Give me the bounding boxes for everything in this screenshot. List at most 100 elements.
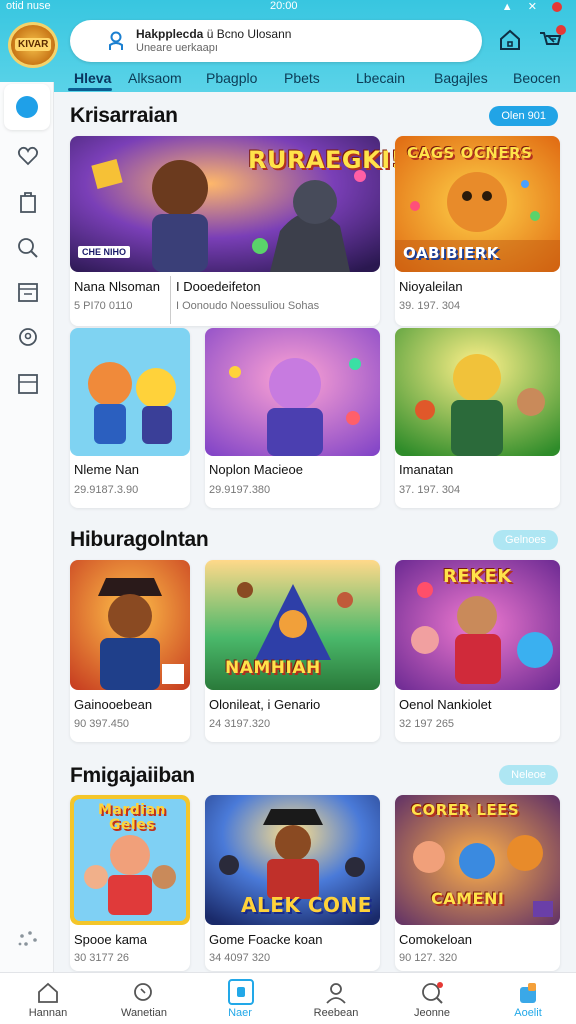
card-title: Nleme Nan — [74, 462, 140, 477]
game-card[interactable]: Noplon Macieoe 29.9197.380 — [205, 328, 380, 508]
divider — [170, 276, 171, 324]
nav-label: Reebean — [313, 1007, 359, 1019]
user-icon — [109, 31, 123, 50]
app-header: otid nuse 20:00 ▲ ✕ KIVAR Hakpplecda ü B… — [0, 0, 576, 92]
game-card[interactable]: REKEK Oenol Nankiolet 32 197 265 — [395, 560, 560, 742]
card-subtitle: 5 PI70 0110 — [74, 300, 133, 312]
game-thumbnail — [205, 328, 380, 456]
home-badge-icon — [16, 96, 38, 118]
section-pill[interactable]: Olen 901 — [489, 106, 558, 126]
notification-dot — [556, 25, 566, 35]
status-bar: otid nuse 20:00 ▲ ✕ — [0, 0, 576, 14]
game-thumbnail — [70, 328, 190, 456]
category-tabs: Hleva Alksaom Pbagplo Pbets Lbecain Baga… — [60, 66, 576, 92]
game-banner-title: RURAEGKI! — [248, 146, 403, 174]
game-card[interactable]: Gainooebean 90 397.450 — [70, 560, 190, 742]
nav-item-profile[interactable]: Reebean — [288, 973, 384, 1024]
game-card[interactable]: Imanatan 37. 197. 304 — [395, 328, 560, 508]
card-subtitle: 29.9187.3.90 — [74, 484, 139, 496]
sidebar-item-active[interactable] — [4, 84, 50, 130]
nav-item-active[interactable]: Naer — [192, 973, 288, 1024]
panel-icon[interactable] — [16, 372, 40, 396]
nav-item-search[interactable]: Wanetian — [96, 973, 192, 1024]
carrier-label: otid nuse — [6, 0, 51, 12]
tab-6[interactable]: Beocen — [513, 70, 560, 86]
game-card[interactable]: CORER LEES CAMENI Comokeloan 90 127. 320 — [395, 795, 560, 971]
nav-label: Wanetian — [120, 1007, 168, 1019]
calendar-icon[interactable] — [16, 280, 40, 304]
game-card[interactable]: Mardian Geles Spooe kama 30 3177 26 — [70, 795, 190, 971]
game-card[interactable]: RURAEGKI! CHE NIHO Nana Nlsoman 5 PI70 0… — [70, 136, 402, 326]
tab-1[interactable]: Alksaom — [128, 70, 182, 86]
nav-label: Aoelit — [514, 1007, 542, 1019]
loading-icon — [18, 931, 37, 946]
clock: 20:00 — [270, 0, 298, 12]
search-bar[interactable]: Hakpplecda ü Bcno Ulosann Uneare uerkaap… — [70, 20, 482, 62]
game-card[interactable]: ALEK CONE Gome Foacke koan 34 4097 320 — [205, 795, 380, 971]
bottom-nav: Hannan Wanetian Naer Reebean Jeonne Aoel… — [0, 972, 576, 1024]
game-banner-top: CORER LEES — [411, 801, 520, 819]
tab-4[interactable]: Lbecain — [356, 70, 405, 86]
card-title: Imanatan — [399, 462, 454, 477]
tab-3[interactable]: Pbets — [284, 70, 320, 86]
home-icon[interactable] — [498, 28, 522, 52]
tab-2[interactable]: Pbagplo — [206, 70, 257, 86]
account-icon — [520, 983, 536, 1003]
section-pill[interactable]: Neleoe — [499, 765, 558, 785]
card-subtitle: 39. 197. 304 — [399, 300, 461, 312]
home-icon — [38, 982, 58, 1003]
card-subtitle: 90 397.450 — [74, 718, 130, 730]
section-title: Hiburagolntan — [70, 528, 209, 551]
game-banner-title: Mardian Geles — [97, 802, 167, 833]
sidebar — [0, 82, 54, 972]
search-icon — [134, 983, 152, 1001]
status-icons: ▲ ✕ — [502, 0, 562, 13]
card-subtitle: 37. 197. 304 — [399, 484, 461, 496]
section-pill[interactable]: Gelnoes — [493, 530, 558, 550]
game-card[interactable]: NAMHIAH Olonileat, i Genario 24 3197.320 — [205, 560, 380, 742]
game-banner-title: ALEK CONE — [241, 893, 372, 917]
nav-item-account[interactable]: Aoelit — [480, 973, 576, 1024]
game-card[interactable]: CAGS OCNERS OABIBIERK Nioyaleilan 39. 19… — [395, 136, 560, 326]
nav-item-home[interactable]: Hannan — [0, 973, 96, 1024]
heart-icon[interactable] — [16, 144, 40, 168]
card-subtitle: 32 197 265 — [399, 718, 455, 730]
card-title: Gome Foacke koan — [209, 932, 323, 947]
cart-icon[interactable] — [538, 25, 566, 52]
battery-icon — [552, 2, 562, 13]
user-icon — [326, 983, 346, 1004]
tab-0[interactable]: Hleva — [74, 70, 111, 86]
game-thumbnail — [70, 560, 190, 690]
search-secondary-text: Uneare uerkaapı — [136, 42, 218, 54]
search-primary-text: Hakpplecda ü Bcno Ulosann — [136, 27, 292, 41]
card-title: Noplon Macieoe — [209, 462, 303, 477]
game-tag: CHE NIHO — [78, 246, 131, 258]
game-banner-title: CAMENI — [431, 889, 505, 908]
game-card[interactable]: Nleme Nan 29.9187.3.90 — [70, 328, 190, 508]
card-title: Nioyaleilan — [399, 279, 463, 294]
section-title: Fmigajaiiban — [70, 764, 195, 787]
game-thumbnail — [395, 328, 560, 456]
active-tab-icon — [228, 979, 254, 1005]
card-title: Nana Nlsoman — [74, 279, 160, 294]
tab-5[interactable]: Bagajles — [434, 70, 488, 86]
card-title: Comokeloan — [399, 932, 472, 947]
card-subtitle: 24 3197.320 — [209, 718, 271, 730]
location-icon[interactable] — [16, 326, 40, 350]
nav-label: Hannan — [28, 1007, 68, 1019]
card-title: Spooe kama — [74, 932, 147, 947]
card-subtitle: 90 127. 320 — [399, 952, 458, 964]
bag-icon[interactable] — [16, 190, 40, 214]
search-icon — [422, 982, 443, 1004]
nav-label: Jeonne — [413, 1007, 451, 1019]
card-subtitle: 34 4097 320 — [209, 952, 271, 964]
game-banner-title: NAMHIAH — [225, 658, 321, 678]
section-title: Krisarraian — [70, 104, 178, 127]
game-banner-title: REKEK — [443, 566, 512, 587]
search-icon[interactable] — [16, 236, 40, 260]
card-title: Oenol Nankiolet — [399, 697, 492, 712]
app-logo[interactable]: KIVAR — [8, 22, 58, 68]
active-tab-indicator — [68, 88, 112, 91]
nav-item-explore[interactable]: Jeonne — [384, 973, 480, 1024]
card-title: I Dooedeifeton — [176, 279, 261, 294]
